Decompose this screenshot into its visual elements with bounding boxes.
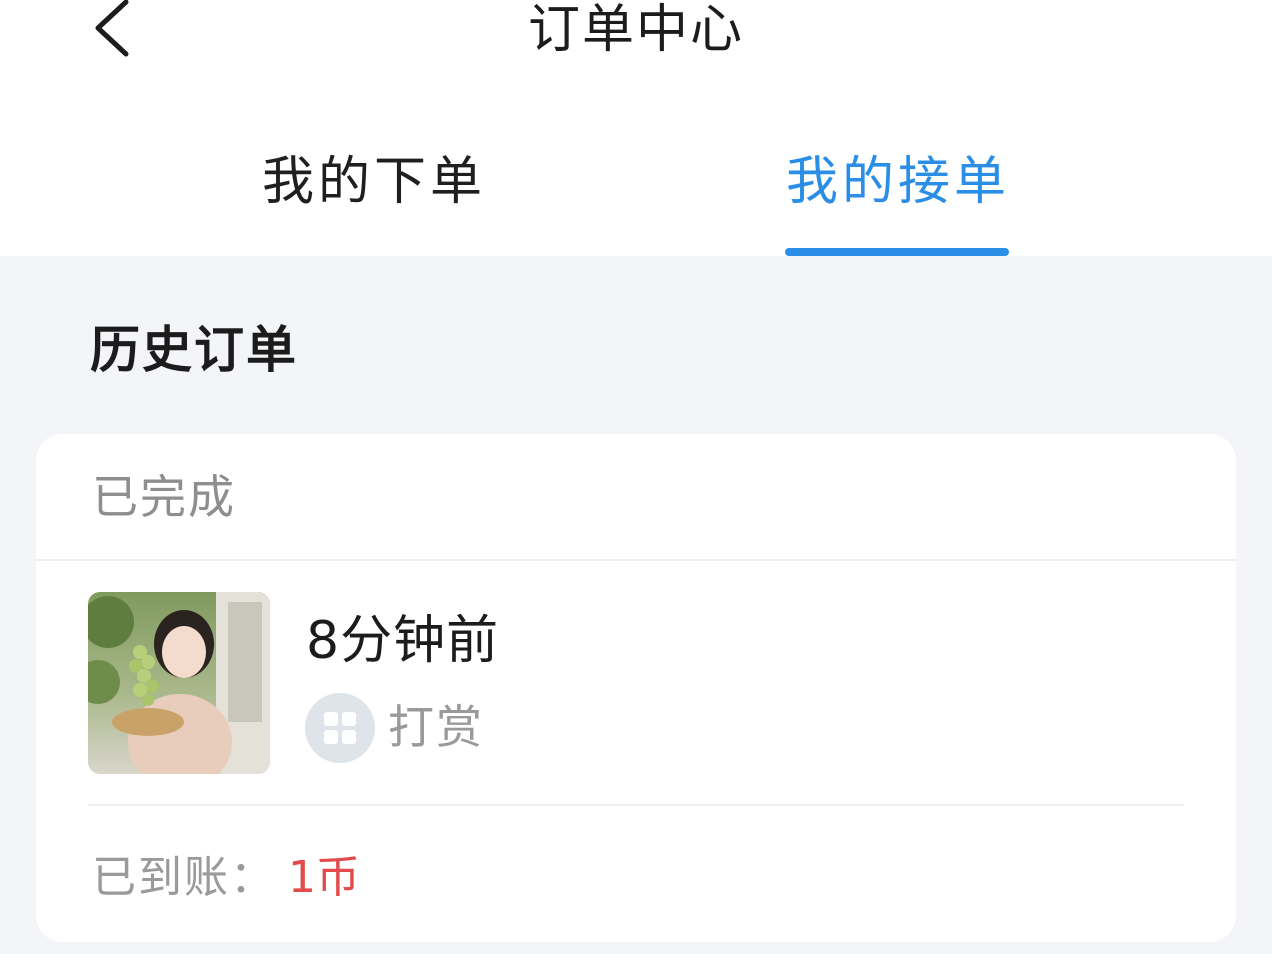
order-time: 8分钟前: [306, 611, 500, 671]
order-card[interactable]: 已完成 8分钟前 打赏 已到账： 1币: [36, 434, 1236, 942]
paid-amount: 1币: [288, 852, 360, 903]
thumbnail-image: [88, 592, 270, 774]
tab-my-orders[interactable]: 我的下单: [262, 146, 486, 218]
paid-label: 已到账：: [92, 852, 276, 903]
order-type-label: 打赏: [388, 700, 484, 754]
section-title: 历史订单: [90, 321, 298, 379]
order-thumbnail[interactable]: [88, 592, 270, 774]
top-bar: 订单中心 我的下单 我的接单: [0, 0, 1272, 256]
page-title: 订单中心: [527, 0, 744, 60]
divider: [36, 559, 1236, 561]
tab-my-accepted[interactable]: 我的接单: [786, 146, 1010, 218]
divider: [88, 804, 1184, 806]
grid-apps-icon: [305, 693, 375, 763]
order-status: 已完成: [92, 470, 236, 524]
active-tab-indicator: [785, 248, 1009, 256]
